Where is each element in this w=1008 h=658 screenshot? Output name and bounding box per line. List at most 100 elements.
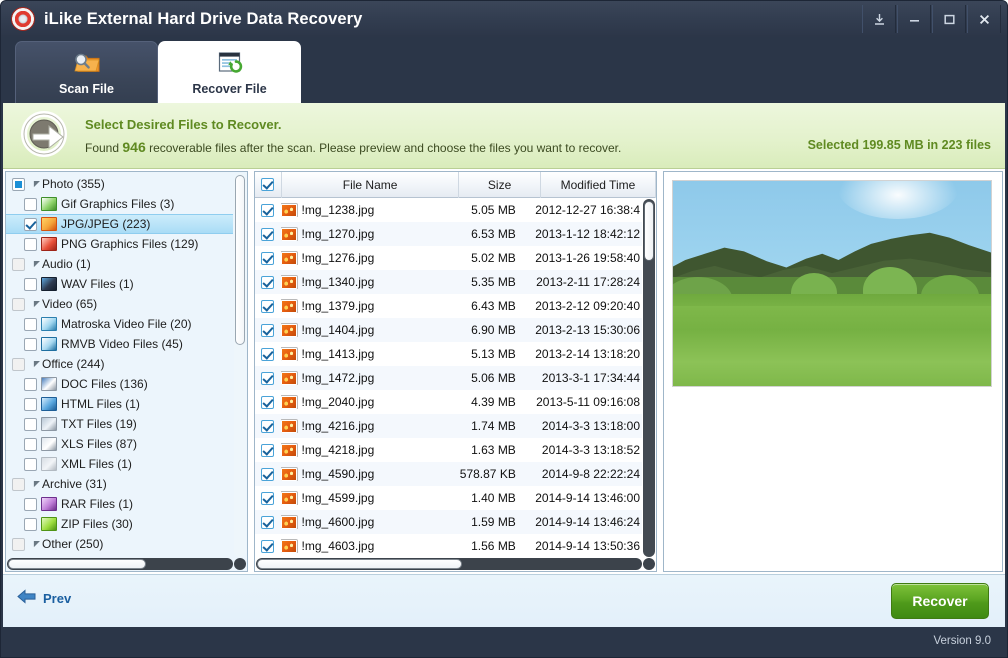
tree-horizontal-scrollbar[interactable]	[7, 558, 233, 570]
row-checkbox[interactable]	[261, 348, 274, 361]
row-checkbox-cell[interactable]	[255, 276, 281, 289]
expander-triangle-icon[interactable]: ◢	[29, 360, 40, 368]
tree-node-checkbox[interactable]	[24, 218, 37, 231]
row-checkbox-cell[interactable]	[255, 204, 281, 217]
row-checkbox[interactable]	[261, 492, 274, 505]
tree-node[interactable]: PNG Graphics Files (129)	[6, 234, 233, 254]
file-list-hscroll-thumb[interactable]	[257, 559, 462, 569]
tree-node[interactable]: XML Files (1)	[6, 454, 233, 474]
row-checkbox-cell[interactable]	[255, 396, 281, 409]
expander-triangle-icon[interactable]: ◢	[29, 480, 40, 488]
row-checkbox[interactable]	[261, 516, 274, 529]
row-checkbox[interactable]	[261, 252, 274, 265]
tree-node-checkbox[interactable]	[24, 318, 37, 331]
tree-node[interactable]: ◢Video (65)	[6, 294, 233, 314]
row-checkbox-cell[interactable]	[255, 444, 281, 457]
file-list-vscroll-thumb[interactable]	[644, 201, 654, 261]
column-header-file-name[interactable]: File Name	[282, 172, 459, 198]
tree-node[interactable]: ◢Photo (355)	[6, 174, 233, 194]
recover-button[interactable]: Recover	[891, 583, 989, 619]
tree-node-checkbox[interactable]	[24, 458, 37, 471]
select-all-header-cell[interactable]	[255, 172, 282, 198]
tree-node-checkbox[interactable]	[12, 478, 25, 491]
tree-node[interactable]: ◢Archive (31)	[6, 474, 233, 494]
tree-node-checkbox[interactable]	[12, 178, 25, 191]
tree-vertical-scrollbar[interactable]	[234, 173, 246, 557]
row-checkbox[interactable]	[261, 228, 274, 241]
table-row[interactable]: !mg_1413.jpg5.13 MB2013-2-14 13:18:20	[255, 342, 642, 366]
tree-node-checkbox[interactable]	[24, 418, 37, 431]
tree-node[interactable]: Matroska Video File (20)	[6, 314, 233, 334]
tree-node-checkbox[interactable]	[24, 398, 37, 411]
table-row[interactable]: !mg_1472.jpg5.06 MB2013-3-1 17:34:44	[255, 366, 642, 390]
tree-node-checkbox[interactable]	[24, 238, 37, 251]
tab-recover-file[interactable]: Recover File	[158, 41, 301, 105]
row-checkbox-cell[interactable]	[255, 492, 281, 505]
table-row[interactable]: !mg_1270.jpg6.53 MB2013-1-12 18:42:12	[255, 222, 642, 246]
tree-node[interactable]: ◢Audio (1)	[6, 254, 233, 274]
download-button[interactable]	[862, 5, 896, 33]
row-checkbox[interactable]	[261, 276, 274, 289]
row-checkbox[interactable]	[261, 540, 274, 553]
tree-node-checkbox[interactable]	[24, 338, 37, 351]
tree-node[interactable]: TXT Files (19)	[6, 414, 233, 434]
table-row[interactable]: !mg_4603.jpg1.56 MB2014-9-14 13:50:36	[255, 534, 642, 557]
tree-node[interactable]: WAV Files (1)	[6, 274, 233, 294]
tree-node[interactable]: ZIP Files (30)	[6, 514, 233, 534]
file-list-vertical-scrollbar[interactable]	[643, 199, 655, 557]
table-row[interactable]: !mg_4590.jpg578.87 KB2014-9-8 22:22:24	[255, 462, 642, 486]
tree-node-checkbox[interactable]	[12, 538, 25, 551]
tree-node[interactable]: ◢Other (250)	[6, 534, 233, 554]
column-header-modified-time[interactable]: Modified Time	[541, 172, 656, 198]
row-checkbox-cell[interactable]	[255, 516, 281, 529]
tree-node-checkbox[interactable]	[12, 258, 25, 271]
table-row[interactable]: !mg_4216.jpg1.74 MB2014-3-3 13:18:00	[255, 414, 642, 438]
tree-node-checkbox[interactable]	[24, 518, 37, 531]
row-checkbox-cell[interactable]	[255, 420, 281, 433]
expander-triangle-icon[interactable]: ◢	[29, 260, 40, 268]
minimize-button[interactable]	[897, 5, 931, 33]
select-all-checkbox[interactable]	[261, 178, 274, 191]
row-checkbox[interactable]	[261, 468, 274, 481]
tree-node[interactable]: DOC Files (136)	[6, 374, 233, 394]
row-checkbox-cell[interactable]	[255, 228, 281, 241]
close-button[interactable]	[967, 5, 1001, 33]
tree-node[interactable]: RAR Files (1)	[6, 494, 233, 514]
expander-triangle-icon[interactable]: ◢	[29, 540, 40, 548]
row-checkbox[interactable]	[261, 372, 274, 385]
table-row[interactable]: !mg_1404.jpg6.90 MB2013-2-13 15:30:06	[255, 318, 642, 342]
table-row[interactable]: !mg_4218.jpg1.63 MB2014-3-3 13:18:52	[255, 438, 642, 462]
tree-node[interactable]: ◢Office (244)	[6, 354, 233, 374]
tree-node[interactable]: XLS Files (87)	[6, 434, 233, 454]
row-checkbox-cell[interactable]	[255, 324, 281, 337]
row-checkbox[interactable]	[261, 300, 274, 313]
row-checkbox-cell[interactable]	[255, 372, 281, 385]
maximize-button[interactable]	[932, 5, 966, 33]
table-row[interactable]: !mg_1276.jpg5.02 MB2013-1-26 19:58:40	[255, 246, 642, 270]
tree-node[interactable]: HTML Files (1)	[6, 394, 233, 414]
row-checkbox-cell[interactable]	[255, 348, 281, 361]
table-row[interactable]: !mg_1379.jpg6.43 MB2013-2-12 09:20:40	[255, 294, 642, 318]
tree-node[interactable]: Gif Graphics Files (3)	[6, 194, 233, 214]
row-checkbox[interactable]	[261, 324, 274, 337]
tree-node-checkbox[interactable]	[24, 198, 37, 211]
table-row[interactable]: !mg_1340.jpg5.35 MB2013-2-11 17:28:24	[255, 270, 642, 294]
row-checkbox[interactable]	[261, 420, 274, 433]
prev-button[interactable]: Prev	[17, 589, 71, 607]
file-list-horizontal-scrollbar[interactable]	[256, 558, 642, 570]
tree-vscroll-thumb[interactable]	[235, 175, 245, 345]
tree-node-checkbox[interactable]	[24, 498, 37, 511]
row-checkbox[interactable]	[261, 204, 274, 217]
table-row[interactable]: !mg_1238.jpg5.05 MB2012-12-27 16:38:4	[255, 198, 642, 222]
tree-node-checkbox[interactable]	[12, 298, 25, 311]
tree-node-checkbox[interactable]	[24, 378, 37, 391]
row-checkbox[interactable]	[261, 444, 274, 457]
tree-node-checkbox[interactable]	[12, 358, 25, 371]
table-row[interactable]: !mg_4600.jpg1.59 MB2014-9-14 13:46:24	[255, 510, 642, 534]
tab-scan-file[interactable]: Scan File	[15, 41, 158, 105]
tree-node-checkbox[interactable]	[24, 278, 37, 291]
tree-node-checkbox[interactable]	[24, 438, 37, 451]
table-row[interactable]: !mg_4599.jpg1.40 MB2014-9-14 13:46:00	[255, 486, 642, 510]
tree-hscroll-thumb[interactable]	[8, 559, 146, 569]
row-checkbox-cell[interactable]	[255, 468, 281, 481]
